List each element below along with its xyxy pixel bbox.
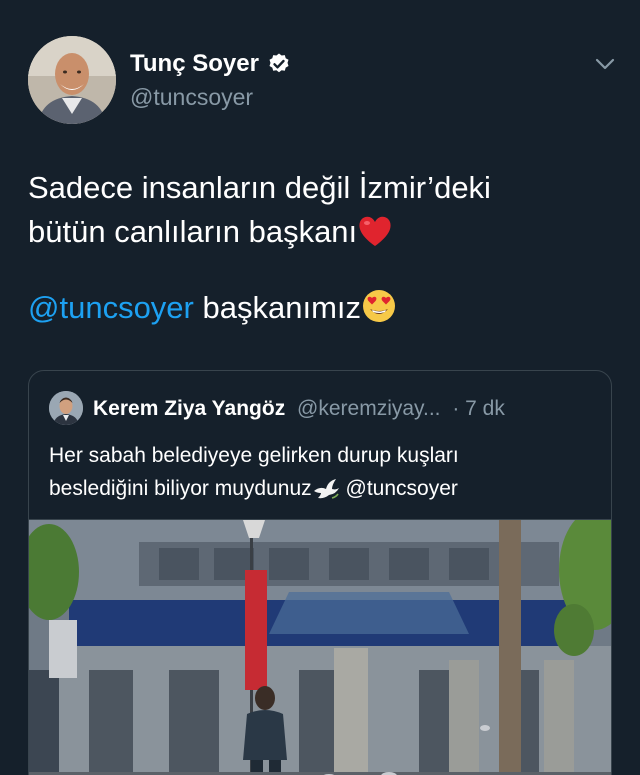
quoted-author-avatar[interactable] xyxy=(49,391,83,425)
author-name-text: Tunç Soyer xyxy=(130,50,259,77)
tweet-text-line-2: bütün canlıların başkanı xyxy=(28,210,618,254)
avatar-photo xyxy=(28,36,116,124)
quoted-mention-link[interactable]: @tuncsoyer xyxy=(346,477,458,500)
quoted-avatar-photo xyxy=(49,391,83,425)
quoted-tweet-media[interactable] xyxy=(29,519,611,775)
dove-emoji xyxy=(313,479,339,499)
tweet-text-after-mention: başkanımız xyxy=(193,290,361,325)
tweet-text-line-2-text: bütün canlıların başkanı xyxy=(28,214,358,249)
verified-badge-icon xyxy=(269,53,289,73)
author-handle[interactable]: @tuncsoyer xyxy=(130,84,253,111)
red-heart-emoji xyxy=(359,216,391,246)
author-name[interactable]: Tunç Soyer xyxy=(130,50,291,78)
mention-link[interactable]: @tuncsoyer xyxy=(28,290,194,325)
tweet-mention-line: @tuncsoyer başkanımız xyxy=(28,286,618,330)
tweet-text-line-1: Sadece insanların değil İzmir’deki xyxy=(28,170,491,205)
quoted-media-photo xyxy=(29,520,611,775)
tweet-detail-view: Tunç Soyer @tuncsoyer Sadece insanların … xyxy=(0,0,640,775)
quoted-tweet-header: Kerem Ziya Yangöz @keremziyay... · 7 dk xyxy=(93,397,505,421)
quoted-tweet-time[interactable]: · 7 dk xyxy=(452,397,505,420)
quoted-author-name[interactable]: Kerem Ziya Yangöz xyxy=(93,397,285,420)
chevron-down-icon[interactable] xyxy=(592,54,618,74)
quoted-tweet-text-line-1: Her sabah belediyeye gelirken durup kuşl… xyxy=(49,444,459,467)
heart-eyes-emoji xyxy=(363,290,395,322)
author-avatar[interactable] xyxy=(28,36,116,124)
tweet-text: Sadece insanların değil İzmir’deki bütün… xyxy=(28,166,618,254)
quoted-author-handle[interactable]: @keremziyay... xyxy=(297,397,440,420)
quoted-tweet-text: Her sabah belediyeye gelirken durup kuşl… xyxy=(49,439,599,505)
quoted-tweet-card[interactable]: Kerem Ziya Yangöz @keremziyay... · 7 dk … xyxy=(28,370,612,775)
quoted-tweet-text-line-2: beslediğini biliyor muydunuz @tuncsoyer xyxy=(49,472,599,505)
quoted-tweet-text-line-2-text: beslediğini biliyor muydunuz xyxy=(49,477,312,500)
